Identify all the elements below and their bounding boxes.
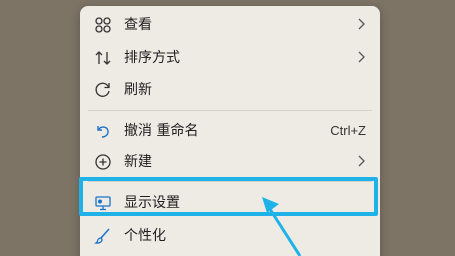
highlight-box: [79, 177, 378, 216]
menu-item-new[interactable]: 新建: [80, 145, 380, 177]
undo-icon: [97, 126, 109, 138]
shortcut-text: Ctrl+Z: [330, 122, 366, 138]
sort-icon: [95, 51, 111, 65]
menu-separator: [88, 110, 372, 111]
menu-item-label: 刷新: [124, 82, 152, 98]
chevron-right-icon: [358, 51, 365, 63]
menu-item-view[interactable]: 查看: [80, 8, 380, 40]
context-menu: 查看 排序方式 刷新 撤消 重命名 Ctrl+Z 新建 显示设置 个性化: [80, 6, 380, 256]
menu-item-refresh[interactable]: 刷新: [80, 73, 380, 105]
plus-circle-icon: [95, 154, 111, 170]
menu-item-label: 排序方式: [124, 50, 180, 66]
menu-item-personalize[interactable]: 个性化: [80, 219, 380, 251]
menu-item-sort[interactable]: 排序方式: [80, 41, 380, 73]
brush-icon: [94, 228, 110, 244]
refresh-icon: [95, 82, 110, 97]
menu-item-label: 新建: [124, 154, 152, 170]
chevron-right-icon: [358, 18, 365, 30]
menu-item-undo-rename[interactable]: 撤消 重命名 Ctrl+Z: [80, 114, 380, 146]
menu-item-label: 个性化: [124, 228, 166, 244]
chevron-right-icon: [358, 155, 365, 167]
menu-item-label: 撤消 重命名: [124, 123, 199, 139]
menu-item-label: 查看: [124, 17, 152, 33]
grid-icon: [95, 17, 111, 33]
